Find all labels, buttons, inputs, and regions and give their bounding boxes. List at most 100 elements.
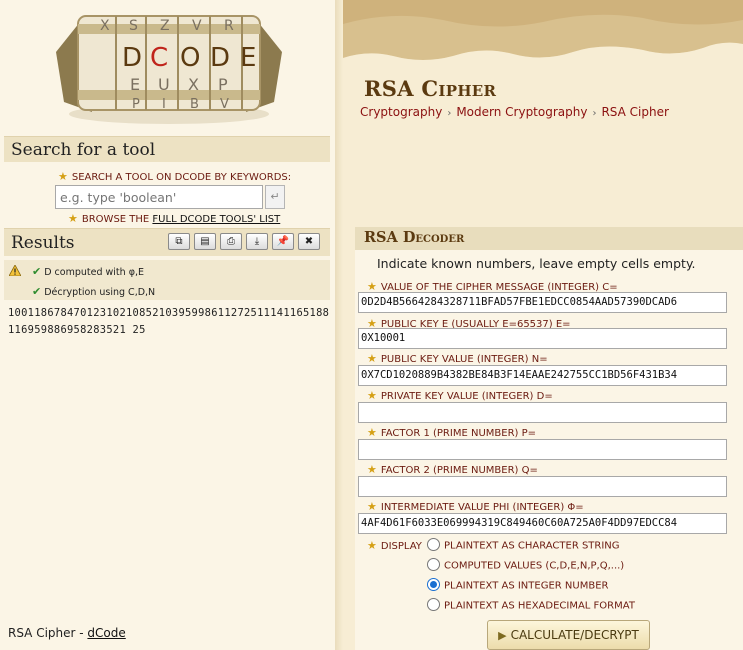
display-option-label: PLAINTEXT AS CHARACTER STRING <box>444 540 620 552</box>
browse-tools-row: ★ BROWSE THE FULL DCODE TOOLS' LIST <box>68 212 280 225</box>
logo-letter: C <box>150 43 168 73</box>
display-option-computed-values[interactable]: COMPUTED VALUES (C,D,E,N,P,Q,...) <box>427 558 625 572</box>
display-option-character-string[interactable]: PLAINTEXT AS CHARACTER STRING <box>427 538 620 552</box>
star-icon: ★ <box>58 170 68 183</box>
logo-letter: D <box>122 43 142 73</box>
display-option-hexadecimal[interactable]: PLAINTEXT AS HEXADECIMAL FORMAT <box>427 598 635 612</box>
svg-text:S: S <box>129 18 138 34</box>
search-section-header: Search for a tool <box>4 136 330 162</box>
svg-text:Z: Z <box>160 18 170 34</box>
check-icon: ✔ <box>32 285 42 298</box>
star-icon: ★ <box>367 426 377 439</box>
browse-prefix: BROWSE THE <box>81 214 153 225</box>
star-icon: ★ <box>367 352 377 365</box>
search-label: SEARCH A TOOL ON DCODE BY KEYWORDS: <box>71 172 292 183</box>
logo-letter: D <box>210 43 230 73</box>
result-message: ✔ Décryption using C,D,N <box>32 285 155 298</box>
factor-q-label: ★ FACTOR 2 (PRIME NUMBER) Q= <box>367 463 538 476</box>
download-icon: ⤓ <box>254 236 260 247</box>
copy-icon: ⧉ <box>175 236 183 247</box>
svg-text:X: X <box>188 75 199 94</box>
logo-letter: O <box>180 43 200 73</box>
display-label-text: DISPLAY <box>380 541 422 552</box>
result-plaintext-integer[interactable]: 1001186784701231021085210395998611272511… <box>8 305 330 339</box>
decoder-heading: RSA Decoder <box>364 229 465 246</box>
page-title: RSA Cipher <box>364 76 497 101</box>
private-key-d-label: ★ PRIVATE KEY VALUE (INTEGER) D= <box>367 389 553 402</box>
star-icon: ★ <box>367 463 377 476</box>
cipher-message-input[interactable]: 0D2D4B5664284328711BFAD57FBE1EDCC0854AAD… <box>358 292 727 313</box>
search-label-row: ★ SEARCH A TOOL ON DCODE BY KEYWORDS: <box>58 170 291 183</box>
calculate-decrypt-button[interactable]: ▶ CALCULATE/DECRYPT <box>487 620 650 650</box>
svg-text:E: E <box>130 75 140 94</box>
search-input[interactable] <box>55 185 263 209</box>
left-column: X S Z V R D C O D E E U X P P I B V Sear… <box>0 0 335 650</box>
public-key-e-input[interactable]: 0X10001 <box>358 328 727 349</box>
factor-p-input[interactable] <box>358 439 727 460</box>
search-heading: Search for a tool <box>11 140 156 160</box>
phi-label-text: INTERMEDIATE VALUE PHI (INTEGER) Φ= <box>380 502 584 513</box>
copy-results-button[interactable]: ⧉ <box>168 233 190 250</box>
radio-button-selected[interactable] <box>427 578 440 591</box>
display-option-label: PLAINTEXT AS HEXADECIMAL FORMAT <box>444 600 635 612</box>
breadcrumb: Cryptography › Modern Cryptography › RSA Cip… <box>360 105 669 119</box>
parchment-header <box>343 0 743 66</box>
breadcrumb-separator-icon: › <box>447 108 452 119</box>
public-key-n-input[interactable]: 0X7CD1020889B4382BE84B3F14EAAE242755CC1B… <box>358 365 727 386</box>
decoder-instructions: Indicate known numbers, leave empty cell… <box>377 256 696 271</box>
result-message: ✔ D computed with φ,E <box>32 265 144 278</box>
radio-button[interactable] <box>427 598 440 611</box>
enter-icon: ↵ <box>270 190 280 203</box>
pin-results-button[interactable]: 📌 <box>272 233 294 250</box>
public-key-n-label: ★ PUBLIC KEY VALUE (INTEGER) N= <box>367 352 548 365</box>
result-message-text: D computed with φ,E <box>44 267 144 278</box>
factor-q-label-text: FACTOR 2 (PRIME NUMBER) Q= <box>380 465 538 476</box>
svg-text:I: I <box>162 97 166 112</box>
phi-label: ★ INTERMEDIATE VALUE PHI (INTEGER) Φ= <box>367 500 584 513</box>
star-icon: ★ <box>367 539 377 552</box>
svg-text:V: V <box>192 18 202 34</box>
print-results-button[interactable]: ⎙ <box>220 233 242 250</box>
dcode-link[interactable]: dCode <box>87 626 125 640</box>
svg-text:R: R <box>224 18 234 34</box>
download-results-button[interactable]: ⤓ <box>246 233 268 250</box>
svg-text:V: V <box>220 97 229 112</box>
dcode-logo[interactable]: X S Z V R D C O D E E U X P P I B V <box>38 2 300 132</box>
results-heading: Results <box>11 233 75 253</box>
column-divider <box>335 0 343 650</box>
close-results-button[interactable]: ✖ <box>298 233 320 250</box>
print-icon: ⎙ <box>227 236 235 247</box>
factor-p-label-text: FACTOR 1 (PRIME NUMBER) P= <box>380 428 537 439</box>
parchment-texture <box>343 0 743 66</box>
logo-letter: E <box>240 43 256 73</box>
svg-text:U: U <box>158 75 170 94</box>
breadcrumb-rsa-cipher[interactable]: RSA Cipher <box>601 105 668 119</box>
radio-button[interactable] <box>427 538 440 551</box>
radio-button[interactable] <box>427 558 440 571</box>
result-message-text: Décryption using C,D,N <box>44 287 156 298</box>
play-icon: ▶ <box>498 629 507 642</box>
close-icon: ✖ <box>304 236 314 247</box>
svg-text:P: P <box>132 97 140 112</box>
svg-text:X: X <box>100 18 110 34</box>
phi-input[interactable]: 4AF4D61F6033E069994319C849460C60A725A0F4… <box>358 513 727 534</box>
display-option-label: COMPUTED VALUES (C,D,E,N,P,Q,...) <box>444 560 625 572</box>
svg-text:B: B <box>190 97 199 112</box>
breadcrumb-modern-cryptography[interactable]: Modern Cryptography <box>456 105 587 119</box>
calculate-decrypt-label: CALCULATE/DECRYPT <box>510 628 639 642</box>
private-key-d-input[interactable] <box>358 402 727 423</box>
display-label: ★ DISPLAY <box>367 539 422 552</box>
footer-credit: RSA Cipher - dCode <box>8 626 126 640</box>
check-icon: ✔ <box>32 265 42 278</box>
decoder-section-header: RSA Decoder <box>355 227 743 250</box>
private-key-d-label-text: PRIVATE KEY VALUE (INTEGER) D= <box>380 391 553 402</box>
display-option-integer-number[interactable]: PLAINTEXT AS INTEGER NUMBER <box>427 578 609 592</box>
factor-q-input[interactable] <box>358 476 727 497</box>
breadcrumb-cryptography[interactable]: Cryptography <box>360 105 442 119</box>
save-results-button[interactable]: ▤ <box>194 233 216 250</box>
display-option-label: PLAINTEXT AS INTEGER NUMBER <box>444 580 609 592</box>
full-tools-list-link[interactable]: FULL DCODE TOOLS' LIST <box>152 214 280 225</box>
breadcrumb-separator-icon: › <box>592 108 597 119</box>
search-button[interactable]: ↵ <box>265 185 285 209</box>
warning-icon <box>9 265 21 276</box>
